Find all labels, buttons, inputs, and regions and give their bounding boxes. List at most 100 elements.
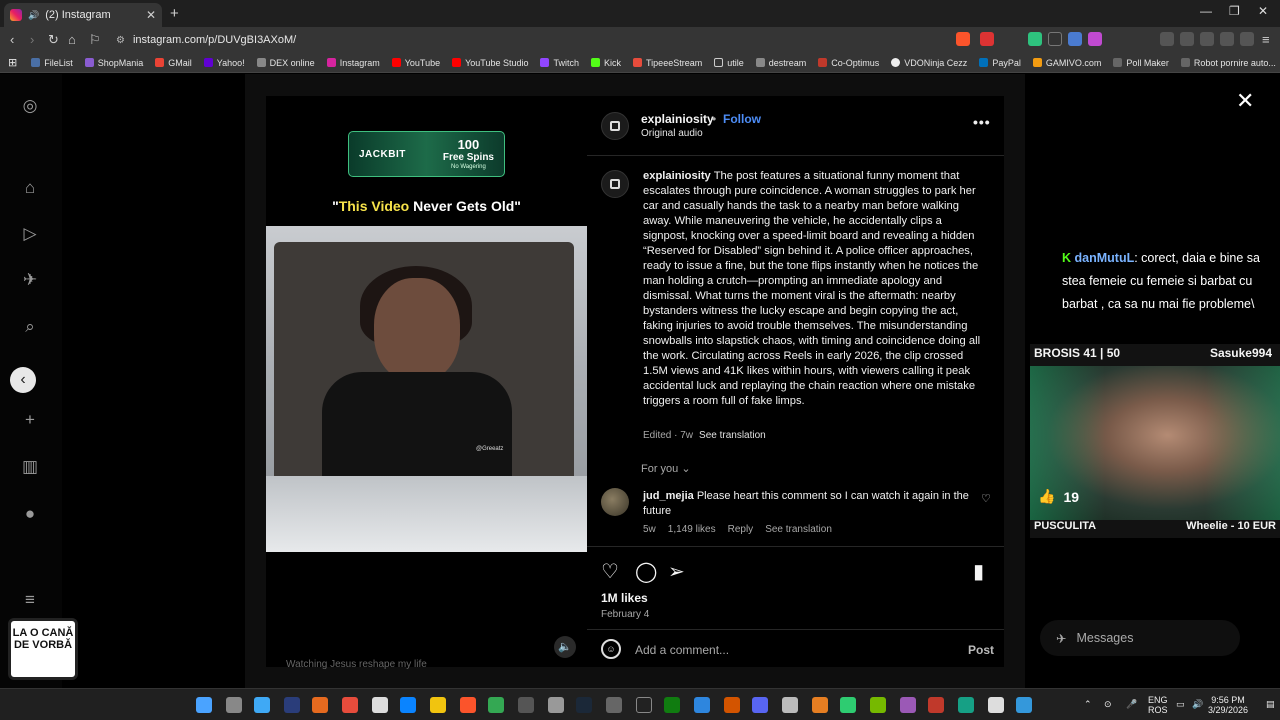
messages-nav-icon[interactable]: ✈ (20, 270, 40, 290)
language-indicator[interactable]: ENG ROS (1148, 695, 1168, 715)
close-modal-icon[interactable]: ✕ (1236, 88, 1254, 114)
app-icon[interactable] (928, 697, 944, 713)
bookmark-page-icon[interactable]: ⚐ (89, 32, 101, 48)
bookmark-item[interactable]: Instagram (326, 58, 380, 68)
steam-icon[interactable] (576, 697, 592, 713)
app-icon[interactable] (988, 697, 1004, 713)
bookmark-item[interactable]: VDONinja Cezz (891, 58, 967, 68)
bookmark-item[interactable]: GMail (155, 58, 192, 68)
app-icon[interactable] (958, 697, 974, 713)
restore-window-icon[interactable]: ❐ (1229, 4, 1240, 18)
brave-icon[interactable] (460, 697, 476, 713)
reply-link[interactable]: Reply (728, 524, 754, 535)
sidebar-icon[interactable] (1180, 32, 1194, 46)
more-options-icon[interactable]: ••• (973, 114, 991, 130)
comment-icon[interactable]: ◯ (635, 559, 657, 584)
app-icon[interactable] (254, 697, 270, 713)
leo-ai-icon[interactable] (1220, 32, 1234, 46)
for-you-dropdown[interactable]: For you ⌄ (641, 462, 691, 475)
edge-icon[interactable] (400, 697, 416, 713)
store-icon[interactable] (372, 697, 388, 713)
media-icon[interactable] (1160, 32, 1174, 46)
browser-tab[interactable]: 🔊 (2) Instagram ✕ (4, 3, 162, 27)
file-explorer-icon[interactable] (430, 697, 446, 713)
post-comment-button[interactable]: Post (968, 643, 994, 657)
close-window-icon[interactable]: ✕ (1258, 4, 1268, 18)
bookmark-folder[interactable]: utile (714, 58, 744, 68)
comment-likes[interactable]: 1,149 likes (668, 524, 716, 535)
nvidia-icon[interactable] (870, 697, 886, 713)
create-nav-icon[interactable]: + (20, 410, 40, 430)
bookmark-item[interactable]: DEX online (256, 58, 315, 68)
author-avatar[interactable] (601, 112, 629, 140)
bookmark-item[interactable]: YouTube (391, 58, 440, 68)
mute-button[interactable]: 🔈 (554, 636, 576, 658)
app-icon[interactable] (518, 697, 534, 713)
discord-icon[interactable] (752, 697, 768, 713)
xbox-icon[interactable] (664, 697, 680, 713)
comment-username[interactable]: jud_mejia (643, 490, 694, 502)
see-translation-link[interactable]: See translation (699, 430, 766, 441)
bookmark-item[interactable]: ShopMania (84, 58, 143, 68)
profile-nav-icon[interactable]: ● (20, 504, 40, 524)
more-nav-icon[interactable]: ≡ (20, 590, 40, 610)
extension-icon[interactable] (1068, 32, 1082, 46)
back-icon[interactable]: ‹ (10, 32, 14, 47)
bookmark-item[interactable]: destream (755, 58, 806, 68)
clock[interactable]: 9:56 PM 3/29/2026 (1208, 695, 1248, 715)
extension-icon[interactable] (1088, 32, 1102, 46)
minimize-window-icon[interactable]: — (1200, 4, 1212, 18)
bookmark-item[interactable]: Kick (591, 58, 621, 68)
url-field[interactable]: ⚙ instagram.com/p/DUVgBI3AXoM/ (108, 30, 868, 50)
emoji-icon[interactable]: ☺ (601, 639, 621, 659)
insights-nav-icon[interactable]: ▥ (20, 457, 40, 477)
obs-icon[interactable] (548, 697, 564, 713)
like-icon[interactable]: ♡ (601, 559, 619, 584)
extension-icon[interactable] (1028, 32, 1042, 46)
epic-games-icon[interactable] (636, 697, 652, 713)
tray-chevron-icon[interactable]: ⌃ (1084, 699, 1092, 709)
caption-avatar[interactable] (601, 170, 629, 198)
app-icon[interactable] (900, 697, 916, 713)
network-icon[interactable]: ▭ (1176, 699, 1185, 709)
save-icon[interactable]: ▮ (973, 559, 984, 584)
bookmark-item[interactable]: Twitch (540, 58, 579, 68)
app-icon[interactable] (342, 697, 358, 713)
caption-username[interactable]: explainiosity (643, 170, 711, 182)
forward-icon[interactable]: › (30, 32, 34, 47)
comment-see-translation[interactable]: See translation (765, 524, 832, 535)
extension-icon[interactable] (1048, 32, 1062, 46)
add-comment-input[interactable]: Add a comment... (635, 643, 729, 657)
close-tab-icon[interactable]: ✕ (146, 8, 156, 22)
follow-button[interactable]: Follow (723, 112, 761, 126)
instagram-logo-icon[interactable]: ◎ (20, 96, 40, 116)
bookmark-item[interactable]: TipeeeStream (633, 58, 702, 68)
comment-like-icon[interactable]: ♡ (981, 492, 991, 505)
bookmark-item[interactable]: Co-Optimus (818, 58, 879, 68)
new-tab-button[interactable]: + (170, 5, 179, 22)
bookmark-item[interactable]: PayPal (979, 58, 1021, 68)
app-icon[interactable] (840, 697, 856, 713)
home-nav-icon[interactable]: ⌂ (20, 178, 40, 198)
bookmark-item[interactable]: GAMIVO.com (1032, 58, 1101, 68)
task-view-icon[interactable] (226, 697, 242, 713)
app-icon[interactable] (694, 697, 710, 713)
chrome-icon[interactable] (488, 697, 504, 713)
app-icon[interactable] (812, 697, 828, 713)
bookmark-item[interactable]: Poll Maker (1113, 58, 1169, 68)
app-icon[interactable] (606, 697, 622, 713)
audio-label[interactable]: Original audio (641, 128, 703, 139)
apps-icon[interactable]: ⊞ (8, 56, 17, 69)
reload-icon[interactable]: ↻ (48, 32, 59, 48)
volume-icon[interactable]: 🔊 (1192, 699, 1203, 709)
search-nav-icon[interactable]: ⌕ (20, 317, 40, 337)
reel-video[interactable]: JACKBIT 100 Free Spins No Wagering "This… (266, 96, 587, 670)
bookmark-item[interactable]: YouTube Studio (452, 58, 528, 68)
start-icon[interactable] (196, 697, 212, 713)
reels-nav-icon[interactable]: ▷ (20, 224, 40, 244)
author-username[interactable]: explainiosity (641, 112, 714, 126)
messages-button[interactable]: ✈ Messages (1040, 620, 1240, 656)
app-icon[interactable] (782, 697, 798, 713)
bookmark-item[interactable]: Robot pornire auto... (1180, 58, 1276, 68)
home-icon[interactable]: ⌂ (68, 32, 76, 47)
